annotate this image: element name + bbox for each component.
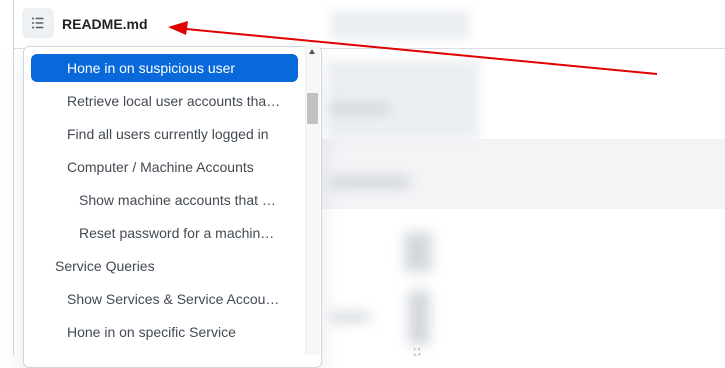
toc-item[interactable]: Show machine accounts that … — [31, 186, 298, 214]
toc-item-label: Show Services & Service Accou… — [67, 291, 280, 307]
blurred-text — [408, 290, 430, 345]
toc-item[interactable]: Service Queries — [31, 252, 298, 280]
toc-item[interactable]: Find all users currently logged in — [31, 120, 298, 148]
toc-item[interactable]: Hone in on specific Service — [31, 318, 298, 346]
toc-item-label: Find all users currently logged in — [67, 126, 269, 142]
toc-toggle-button[interactable] — [22, 8, 54, 38]
blurred-region — [330, 10, 470, 40]
toc-item-label: Retrieve local user accounts tha… — [67, 93, 281, 109]
toc-item[interactable]: Retrieve local user accounts tha… — [31, 87, 298, 115]
toc-item[interactable]: Hone in on suspicious user — [31, 54, 298, 82]
blurred-text — [330, 176, 410, 188]
toc-item-label: Service Queries — [55, 258, 155, 274]
toc-item[interactable]: Computer / Machine Accounts — [31, 153, 298, 181]
scroll-up-arrow-icon[interactable] — [309, 49, 315, 54]
toc-dropdown: Hone in on suspicious user Retrieve local… — [23, 46, 322, 368]
file-title: README.md — [62, 16, 148, 32]
toc-item-label: Reset password for a machin… — [79, 225, 275, 241]
toc-item-label: Computer / Machine Accounts — [67, 159, 254, 175]
blurred-text — [404, 232, 432, 272]
expand-icon[interactable]: ⛶ — [414, 348, 420, 358]
list-unordered-icon — [32, 17, 44, 29]
blurred-code-band — [322, 139, 725, 209]
toc-item-label: Hone in on suspicious user — [67, 60, 236, 76]
content-border — [13, 0, 14, 355]
blurred-text — [330, 312, 370, 322]
scrollbar-thumb[interactable] — [307, 93, 318, 124]
blurred-text — [330, 104, 390, 114]
toc-item-label: Show machine accounts that … — [79, 192, 276, 208]
toc-item-label: Hone in on specific Service — [67, 324, 236, 340]
toc-item[interactable]: Show Services & Service Accou… — [31, 285, 298, 313]
toc-item[interactable]: Reset password for a machin… — [31, 219, 298, 247]
blurred-region — [330, 60, 480, 140]
